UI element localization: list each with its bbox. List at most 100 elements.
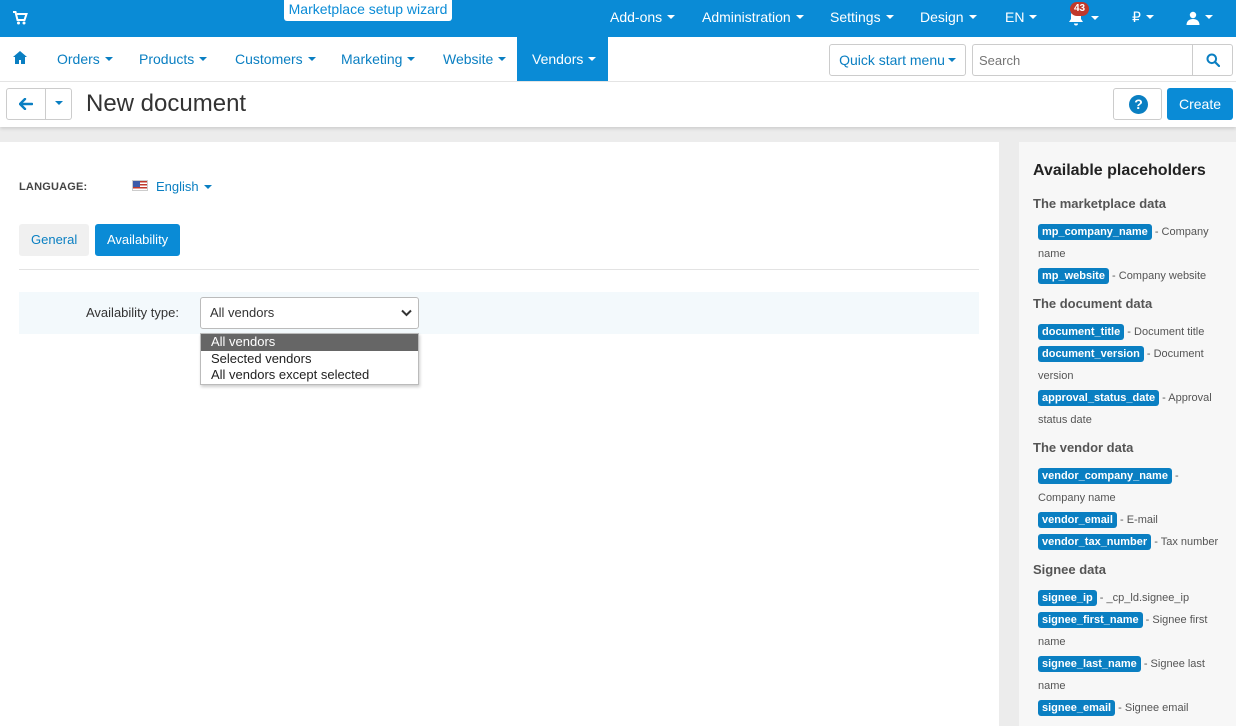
- chevron-down-icon: [203, 184, 212, 189]
- topnav-addons[interactable]: Add-ons: [610, 0, 676, 37]
- topnav-language[interactable]: EN: [1005, 0, 1038, 37]
- placeholder-chip[interactable]: document_title: [1038, 324, 1125, 340]
- search-button[interactable]: [1192, 44, 1233, 76]
- topnav-administration[interactable]: Administration: [702, 0, 804, 37]
- placeholders-panel: Available placeholders The marketplace d…: [1019, 142, 1236, 726]
- placeholder-chip[interactable]: signee_last_name: [1038, 656, 1141, 672]
- topnav-settings[interactable]: Settings: [830, 0, 894, 37]
- search-icon: [1206, 53, 1220, 67]
- placeholder-desc: - _cp_ld.signee_ip: [1096, 592, 1190, 604]
- option-all-vendors-except-selected[interactable]: All vendors except selected: [201, 367, 418, 384]
- divider: [19, 269, 979, 270]
- availability-type-label: Availability type:: [86, 305, 179, 320]
- back-button[interactable]: [6, 88, 46, 120]
- placeholder-chip[interactable]: approval_status_date: [1038, 390, 1160, 406]
- nav-customers[interactable]: Customers: [235, 37, 316, 81]
- quick-start-menu-button[interactable]: Quick start menu: [829, 44, 966, 76]
- title-bar: New document ? Create: [0, 82, 1236, 127]
- chevron-down-icon: [885, 15, 894, 20]
- group-title-signee: Signee data: [1033, 562, 1106, 577]
- availability-type-value: All vendors: [210, 305, 275, 320]
- placeholder-desc: - Document title: [1124, 326, 1205, 338]
- chevron-down-icon: [667, 15, 676, 20]
- topnav-design-label: Design: [920, 9, 964, 25]
- page-title: New document: [86, 90, 247, 117]
- back-menu-toggle[interactable]: [45, 88, 72, 120]
- placeholder-chip[interactable]: signee_email: [1038, 700, 1116, 716]
- language-label: LANGUAGE:: [19, 181, 88, 193]
- main-nav: Orders Products Customers Marketing Webs…: [0, 37, 1236, 82]
- nav-vendors-label: Vendors: [532, 51, 584, 67]
- language-value: English: [156, 179, 199, 194]
- placeholder-chip[interactable]: signee_first_name: [1038, 612, 1143, 628]
- nav-website[interactable]: Website: [443, 37, 507, 81]
- placeholder-item: vendor_company_name - Company name: [1038, 465, 1228, 509]
- placeholder-chip[interactable]: mp_website: [1038, 268, 1109, 284]
- topnav-settings-label: Settings: [830, 9, 881, 25]
- nav-products[interactable]: Products: [139, 37, 208, 81]
- placeholder-item: signee_ip - _cp_ld.signee_ip: [1038, 587, 1228, 609]
- placeholder-item: signee_last_name - Signee last name: [1038, 653, 1228, 697]
- placeholder-chip[interactable]: document_version: [1038, 346, 1144, 362]
- placeholder-item: signee_first_name - Signee first name: [1038, 609, 1228, 653]
- cart-icon[interactable]: [12, 10, 28, 26]
- nav-website-label: Website: [443, 51, 494, 67]
- placeholder-desc: - Tax number: [1151, 536, 1219, 548]
- tab-general[interactable]: General: [19, 224, 90, 256]
- placeholder-chip[interactable]: mp_company_name: [1038, 224, 1152, 240]
- group-title-marketplace: The marketplace data: [1033, 196, 1166, 211]
- chevron-down-icon: [947, 58, 956, 63]
- placeholder-desc: - Company website: [1108, 270, 1207, 282]
- topnav-currency-label: ₽: [1132, 9, 1141, 25]
- search-input[interactable]: [972, 44, 1193, 76]
- placeholders-title: Available placeholders: [1033, 162, 1206, 179]
- placeholder-item: approval_status_date - Approval status d…: [1038, 387, 1228, 431]
- chevron-down-icon: [498, 57, 507, 62]
- placeholder-item: vendor_tax_number - Tax number: [1038, 531, 1228, 553]
- nav-marketing-label: Marketing: [341, 51, 403, 67]
- placeholder-chip[interactable]: vendor_tax_number: [1038, 534, 1152, 550]
- chevron-down-icon: [795, 15, 804, 20]
- language-selector[interactable]: English: [156, 179, 212, 194]
- placeholder-item: vendor_email - E-mail: [1038, 509, 1228, 531]
- topnav-design[interactable]: Design: [920, 0, 977, 37]
- availability-type-select[interactable]: All vendors: [200, 297, 419, 329]
- chevron-down-icon: [1091, 16, 1099, 20]
- group-title-document: The document data: [1033, 296, 1153, 311]
- placeholder-chip[interactable]: vendor_email: [1038, 512, 1117, 528]
- option-all-vendors[interactable]: All vendors: [201, 334, 418, 351]
- topnav-currency[interactable]: ₽: [1132, 0, 1154, 37]
- chevron-down-icon: [307, 57, 316, 62]
- chevron-down-icon: [401, 309, 412, 317]
- placeholder-desc: - E-mail: [1116, 514, 1158, 526]
- nav-orders[interactable]: Orders: [57, 37, 113, 81]
- chevron-down-icon: [407, 57, 416, 62]
- create-button[interactable]: Create: [1167, 88, 1233, 120]
- marketplace-setup-wizard-button[interactable]: Marketplace setup wizard: [284, 0, 452, 21]
- topnav-language-label: EN: [1005, 9, 1025, 25]
- topnav-user[interactable]: [1186, 0, 1213, 37]
- placeholder-chip[interactable]: vendor_company_name: [1038, 468, 1172, 484]
- user-icon: [1186, 12, 1200, 26]
- tab-availability[interactable]: Availability: [95, 224, 181, 256]
- nav-products-label: Products: [139, 51, 195, 67]
- placeholder-chip[interactable]: signee_ip: [1038, 590, 1097, 606]
- group-title-vendor: The vendor data: [1033, 440, 1134, 455]
- topnav-addons-label: Add-ons: [610, 9, 663, 25]
- help-button[interactable]: ?: [1113, 88, 1162, 120]
- topnav-administration-label: Administration: [702, 9, 791, 25]
- home-icon[interactable]: [13, 51, 27, 64]
- placeholder-item: document_title - Document title: [1038, 321, 1228, 343]
- us-flag-icon: [132, 180, 148, 191]
- placeholder-item: signee_email - Signee email: [1038, 697, 1228, 719]
- chevron-down-icon: [968, 15, 977, 20]
- placeholder-item: document_version - Document version: [1038, 343, 1228, 387]
- chevron-down-icon: [1145, 15, 1154, 20]
- nav-vendors[interactable]: Vendors: [517, 37, 608, 81]
- nav-marketing[interactable]: Marketing: [341, 37, 416, 81]
- chevron-down-icon: [104, 57, 113, 62]
- arrow-left-icon: [19, 98, 33, 110]
- nav-orders-label: Orders: [57, 51, 100, 67]
- placeholder-item: mp_website - Company website: [1038, 265, 1228, 287]
- option-selected-vendors[interactable]: Selected vendors: [201, 351, 418, 368]
